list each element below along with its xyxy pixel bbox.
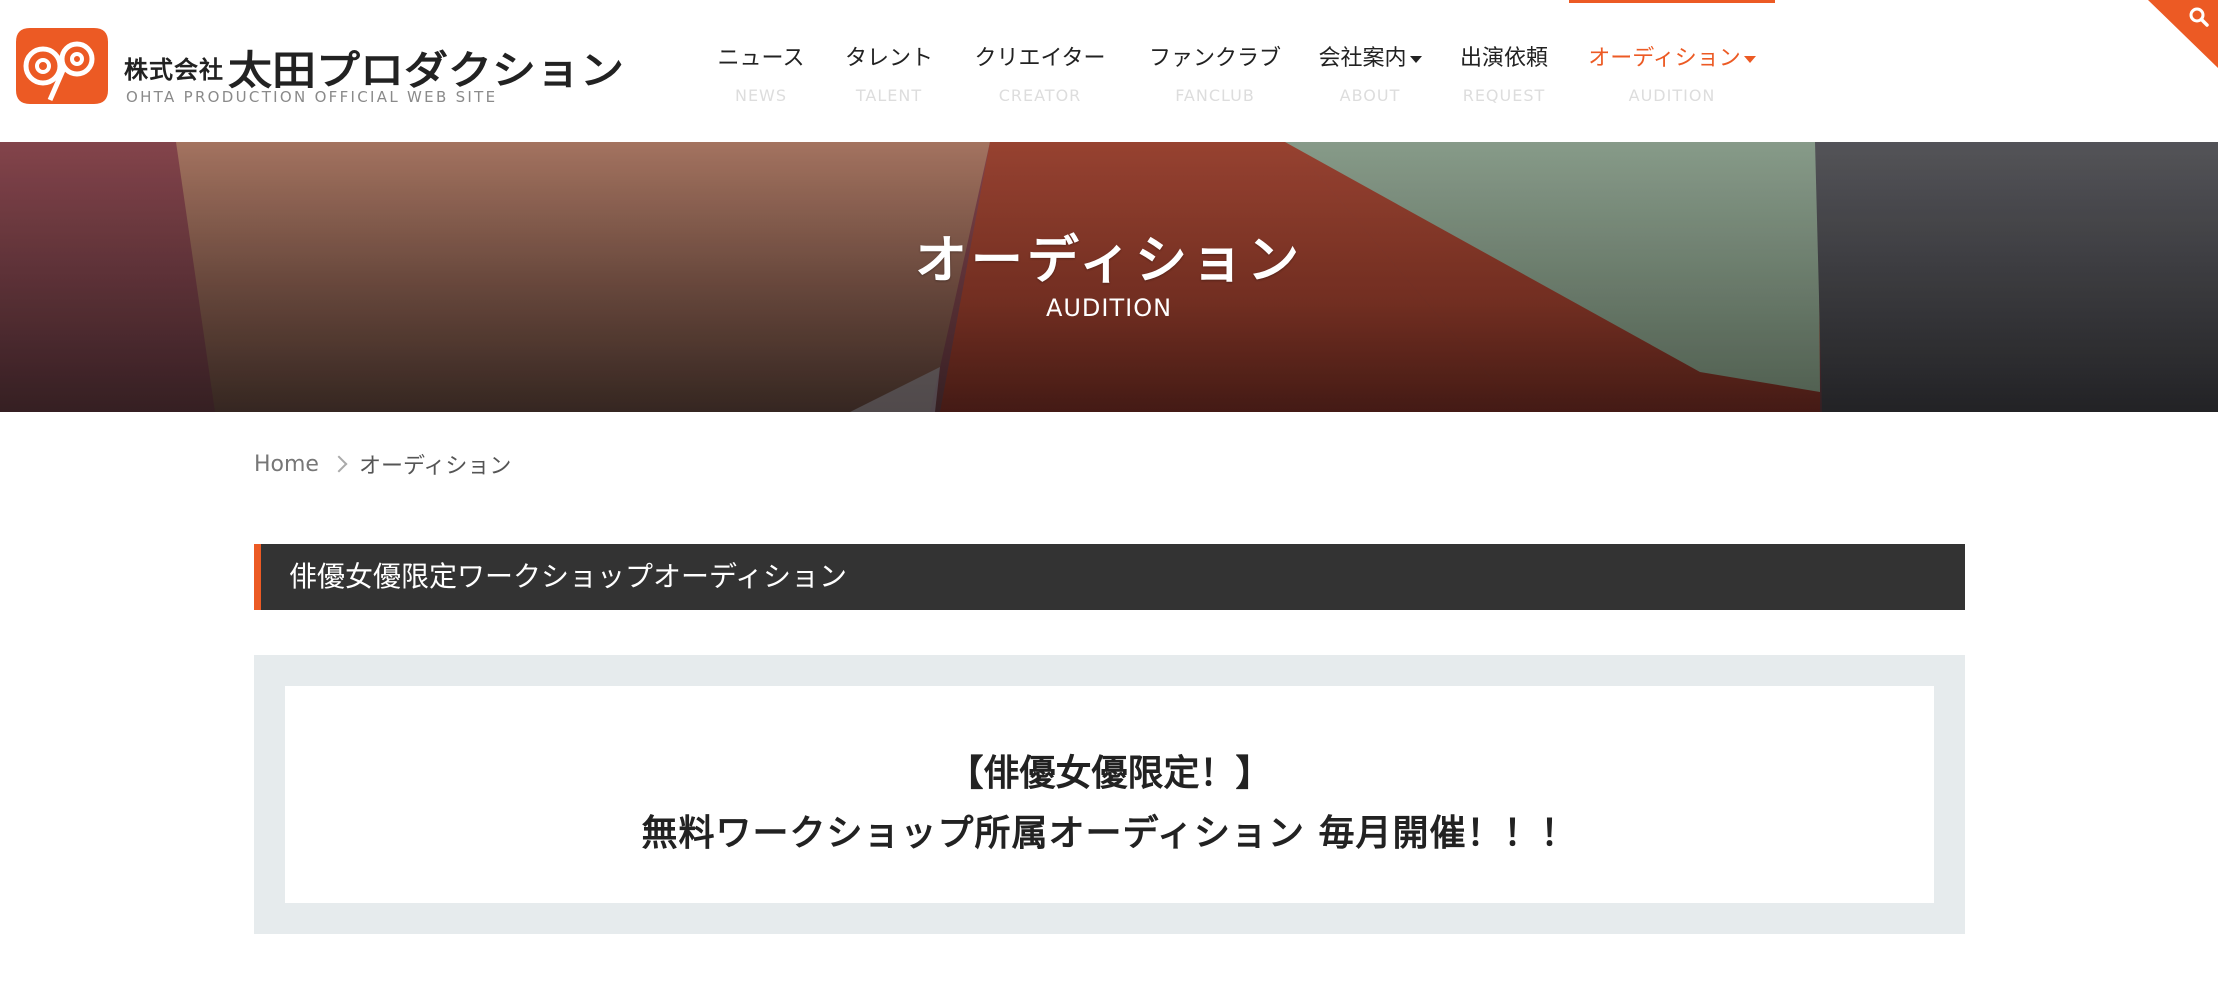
op-logo-mark: [16, 26, 108, 106]
site-logo[interactable]: 株式会社 太田プロダクション OHTA PRODUCTION OFFICIAL …: [16, 26, 664, 110]
nav-item-sublabel: FANCLUB: [1175, 86, 1255, 105]
nav-item-talent[interactable]: タレント TALENT: [827, 0, 951, 142]
nav-item-fanclub[interactable]: ファンクラブ FANCLUB: [1129, 0, 1301, 142]
nav-item-sublabel: AUDITION: [1628, 86, 1716, 105]
nav-item-sublabel: REQUEST: [1462, 86, 1546, 105]
nav-item-label: オーディション: [1588, 46, 1741, 71]
logo-company-prefix: 株式会社: [124, 56, 224, 84]
announcement-line-2: 無料ワークショップ所属オーディション 毎月開催！！！: [641, 813, 1578, 854]
page-subtitle: AUDITION: [1045, 294, 1173, 322]
announcement-content: 【俳優女優限定！】 無料ワークショップ所属オーディション 毎月開催！！！: [285, 686, 1934, 903]
nav-item-sublabel: NEWS: [734, 86, 788, 105]
announcement-line-1: 【俳優女優限定！】: [947, 753, 1272, 794]
nav-item-audition[interactable]: オーディション AUDITION: [1569, 0, 1775, 142]
nav-item-label: クリエイター: [974, 46, 1106, 71]
logo-company-name: 太田プロダクション: [228, 47, 624, 94]
nav-item-sublabel: ABOUT: [1339, 86, 1401, 105]
section-heading: 俳優女優限定ワークショップオーディション: [254, 544, 1965, 610]
page-title: オーディション: [914, 231, 1304, 291]
nav-item-about[interactable]: 会社案内 ABOUT: [1301, 0, 1439, 142]
nav-item-news[interactable]: ニュース NEWS: [695, 0, 827, 142]
breadcrumb-current: オーディション: [358, 454, 512, 479]
breadcrumb: Home オーディション: [254, 448, 511, 480]
nav-item-label: タレント: [844, 46, 933, 71]
logo-subtitle: OHTA PRODUCTION OFFICIAL WEB SITE: [126, 88, 498, 106]
nav-item-sublabel: CREATOR: [998, 86, 1082, 105]
page-hero-banner: オーディション AUDITION: [0, 142, 2218, 412]
nav-item-request[interactable]: 出演依頼 REQUEST: [1439, 0, 1569, 142]
nav-item-label: 出演依頼: [1459, 46, 1548, 71]
chevron-down-icon: [1409, 55, 1422, 63]
chevron-right-icon: [330, 455, 348, 473]
nav-item-label: ニュース: [717, 46, 805, 71]
main-nav: ニュース NEWS タレント TALENT クリエイター CREATOR ファン…: [695, 0, 1775, 142]
chevron-down-icon: [1743, 55, 1756, 63]
announcement-box: 【俳優女優限定！】 無料ワークショップ所属オーディション 毎月開催！！！: [254, 655, 1965, 934]
search-button[interactable]: [2148, 0, 2218, 68]
breadcrumb-home-link[interactable]: Home: [254, 452, 319, 477]
nav-item-creator[interactable]: クリエイター CREATOR: [951, 0, 1129, 142]
search-icon: [2189, 7, 2209, 27]
nav-item-sublabel: TALENT: [855, 86, 923, 105]
nav-item-label: 会社案内: [1318, 46, 1407, 71]
nav-item-label: ファンクラブ: [1148, 46, 1281, 71]
site-header: 株式会社 太田プロダクション OHTA PRODUCTION OFFICIAL …: [0, 0, 2218, 142]
